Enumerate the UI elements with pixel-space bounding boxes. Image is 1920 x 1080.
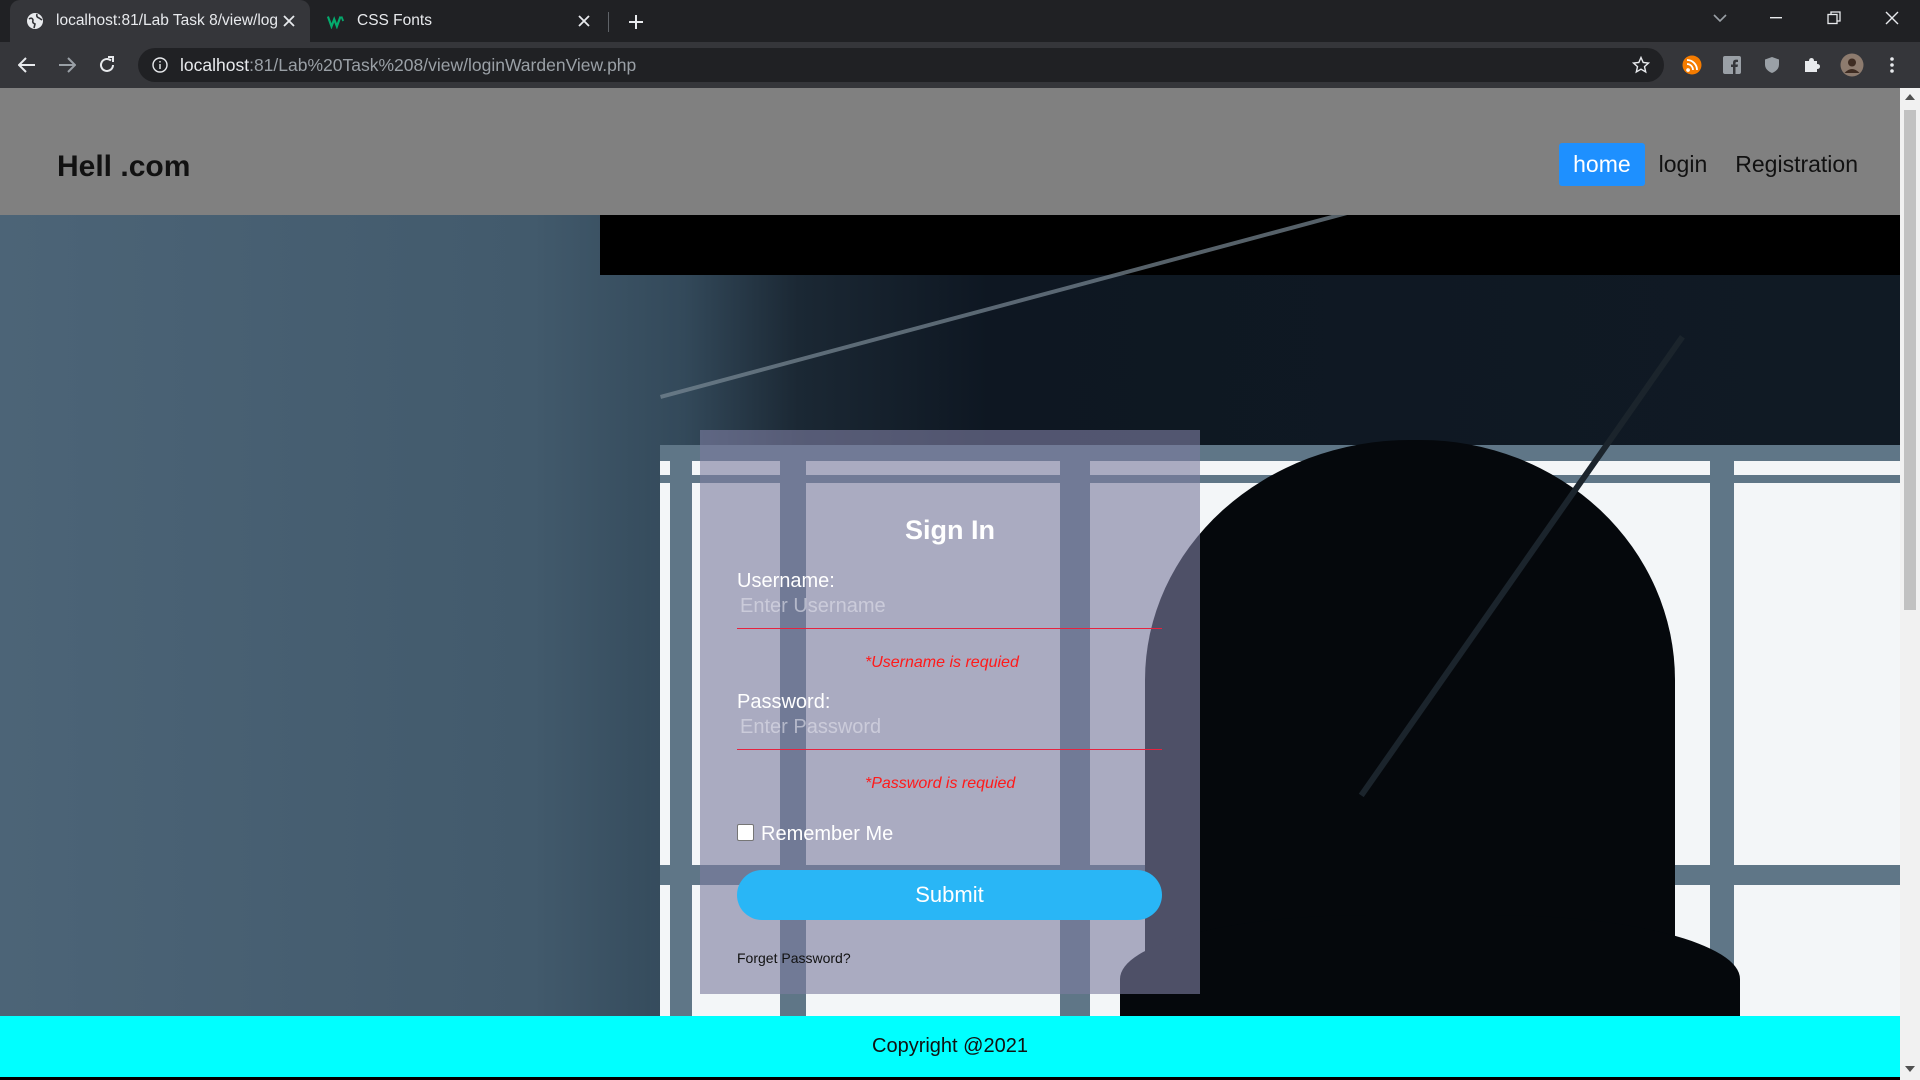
close-icon[interactable] bbox=[573, 10, 595, 32]
password-error: *Password is requied bbox=[865, 775, 1016, 792]
tab-search-icon[interactable] bbox=[1694, 0, 1746, 36]
site-nav: home login Registration bbox=[1559, 143, 1872, 186]
url-path: :81/Lab%20Task%208/view/loginWardenView.… bbox=[249, 54, 637, 75]
username-error: *Username is requied bbox=[865, 654, 1019, 671]
browser-toolbar: localhost:81/Lab%20Task%208/view/loginWa… bbox=[0, 42, 1920, 88]
tab-strip: localhost:81/Lab Task 8/view/login CSS F… bbox=[0, 0, 1920, 42]
dark-ceiling bbox=[600, 215, 1900, 275]
scroll-down-arrow-icon[interactable] bbox=[1905, 1066, 1915, 1072]
form-title: Sign In bbox=[905, 515, 995, 545]
password-input[interactable] bbox=[737, 706, 1162, 750]
url-host: localhost bbox=[180, 54, 250, 75]
back-icon[interactable] bbox=[12, 50, 42, 80]
address-bar[interactable]: localhost:81/Lab%20Task%208/view/loginWa… bbox=[138, 48, 1664, 82]
bookmark-star-icon[interactable] bbox=[1630, 54, 1652, 76]
site-footer: Copyright @2021 bbox=[0, 1016, 1900, 1077]
w3schools-icon bbox=[327, 12, 345, 30]
tab-title: CSS Fonts bbox=[357, 12, 432, 29]
minimize-icon[interactable] bbox=[1750, 0, 1802, 36]
scroll-up-arrow-icon[interactable] bbox=[1905, 94, 1915, 100]
tab-title: localhost:81/Lab Task 8/view/login bbox=[56, 12, 278, 29]
forward-icon[interactable] bbox=[52, 50, 82, 80]
site-header: Hell .com home login Registration bbox=[0, 88, 1900, 215]
globe-icon bbox=[26, 12, 44, 30]
copyright-text: Copyright @2021 bbox=[872, 1035, 1028, 1057]
sign-in-form: Sign In Username: *Username is requied P… bbox=[700, 430, 1200, 994]
restore-icon[interactable] bbox=[1808, 0, 1860, 36]
close-icon[interactable] bbox=[278, 10, 300, 32]
username-input[interactable] bbox=[737, 585, 1162, 629]
person-shoulders bbox=[1120, 915, 1740, 1016]
hero-background-image: Sign In Username: *Username is requied P… bbox=[0, 215, 1900, 1016]
reload-icon[interactable] bbox=[92, 50, 122, 80]
extensions-puzzle-icon[interactable] bbox=[1798, 51, 1826, 79]
tab-css-fonts[interactable]: CSS Fonts bbox=[315, 0, 605, 42]
page-viewport: Hell .com home login Registration Sign I… bbox=[0, 88, 1900, 1080]
window-bar bbox=[1710, 445, 1734, 1016]
tab-divider bbox=[608, 12, 609, 32]
nav-home-link[interactable]: home bbox=[1559, 143, 1645, 186]
nav-registration-link[interactable]: Registration bbox=[1721, 143, 1872, 186]
url-text: localhost:81/Lab%20Task%208/view/loginWa… bbox=[180, 55, 636, 76]
scrollbar-thumb[interactable] bbox=[1904, 110, 1916, 610]
forget-password-link[interactable]: Forget Password? bbox=[737, 950, 851, 966]
close-window-icon[interactable] bbox=[1866, 0, 1918, 36]
site-logo: Hell .com bbox=[57, 150, 191, 183]
tab-login-page[interactable]: localhost:81/Lab Task 8/view/login bbox=[10, 0, 310, 42]
profile-avatar-icon[interactable] bbox=[1838, 51, 1866, 79]
page-scrollbar[interactable] bbox=[1900, 88, 1920, 1080]
new-tab-icon[interactable] bbox=[622, 8, 650, 36]
nav-login-link[interactable]: login bbox=[1645, 143, 1722, 186]
remember-label: Remember Me bbox=[761, 823, 894, 845]
window-bar bbox=[670, 445, 692, 1016]
remember-checkbox[interactable] bbox=[737, 824, 754, 841]
remember-me[interactable]: Remember Me bbox=[737, 823, 893, 846]
menu-kebab-icon[interactable] bbox=[1878, 51, 1906, 79]
rss-extension-icon[interactable] bbox=[1678, 51, 1706, 79]
facebook-extension-icon[interactable] bbox=[1718, 51, 1746, 79]
info-icon[interactable] bbox=[150, 55, 170, 75]
submit-button[interactable]: Submit bbox=[737, 870, 1162, 920]
shield-extension-icon[interactable] bbox=[1758, 51, 1786, 79]
